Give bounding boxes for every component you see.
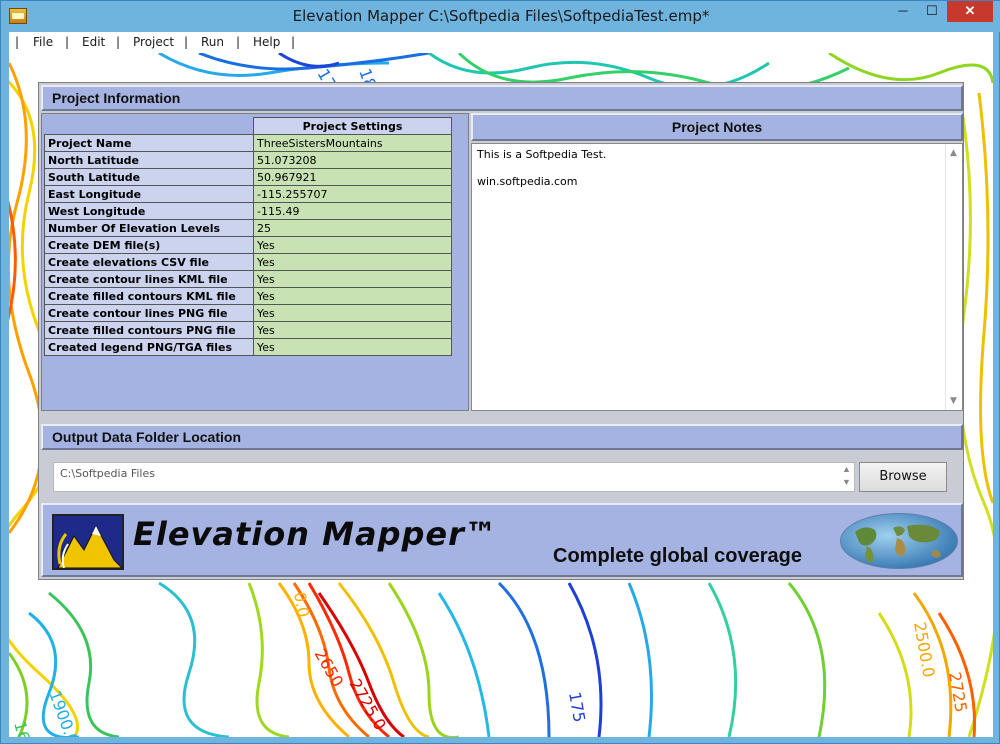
settings-row[interactable]: Create filled contours KML file Yes [44, 287, 452, 305]
browse-button[interactable]: Browse [859, 462, 947, 492]
notes-line: This is a Softpedia Test. [477, 148, 607, 161]
menu-separator: | [15, 35, 20, 49]
setting-name: Create DEM file(s) [44, 236, 254, 254]
contour-label: 2725 [945, 670, 971, 713]
menu-project[interactable]: Project [133, 35, 174, 49]
setting-value-cell[interactable]: Yes [253, 304, 452, 322]
window-title: Elevation Mapper C:\Softpedia Files\Soft… [292, 7, 710, 25]
path-spinner[interactable]: ▲ ▼ [839, 463, 854, 491]
setting-value-cell[interactable]: Yes [253, 287, 452, 305]
settings-row[interactable]: Project Name ThreeSistersMountains [44, 134, 452, 152]
project-settings-pane: Project Settings Project Name ThreeSister… [41, 113, 469, 411]
settings-row[interactable]: Number Of Elevation Levels 25 [44, 219, 452, 237]
menu-file[interactable]: File [33, 35, 53, 49]
contour-label: 16 [10, 719, 34, 737]
close-button[interactable]: ✕ [947, 1, 993, 22]
setting-value-cell[interactable]: 51.073208 [253, 151, 452, 169]
menu-help[interactable]: Help [253, 35, 280, 49]
setting-value-cell[interactable]: -115.49 [253, 202, 452, 220]
project-notes-textarea[interactable]: This is a Softpedia Test. win.softpedia.… [471, 143, 963, 411]
contour-label: 1900.0 [45, 688, 82, 737]
settings-row[interactable]: West Longitude -115.49 [44, 202, 452, 220]
scroll-down-icon[interactable]: ▼ [950, 396, 957, 406]
setting-value-cell[interactable]: 25 [253, 219, 452, 237]
brand-wordmark: Elevation Mapper™ [133, 515, 498, 553]
contour-label: 0.0 [290, 590, 313, 618]
setting-value-cell[interactable]: ThreeSistersMountains [253, 134, 452, 152]
spin-up-icon[interactable]: ▲ [839, 463, 854, 476]
setting-name: East Longitude [44, 185, 254, 203]
output-folder-heading: Output Data Folder Location [41, 424, 963, 450]
settings-row[interactable]: Create contour lines KML file Yes [44, 270, 452, 288]
setting-value-cell[interactable]: Yes [253, 253, 452, 271]
notes-scrollbar[interactable]: ▲ ▼ [945, 144, 962, 410]
setting-name: Project Name [44, 134, 254, 152]
contour-label: 175 [565, 690, 589, 723]
menu-separator: | [291, 35, 296, 49]
setting-name: Create contour lines KML file [44, 270, 254, 288]
banner-tagline: Complete global coverage [553, 545, 802, 567]
settings-row[interactable]: Create elevations CSV file Yes [44, 253, 452, 271]
setting-name: South Latitude [44, 168, 254, 186]
setting-value-cell[interactable]: Yes [253, 270, 452, 288]
setting-value-cell[interactable]: Yes [253, 321, 452, 339]
title-bar[interactable]: Elevation Mapper C:\Softpedia Files\Soft… [1, 1, 1000, 32]
product-banner: Elevation Mapper™ Complete global covera… [41, 503, 963, 577]
world-globe-icon [840, 513, 958, 569]
setting-value-cell[interactable]: Yes [253, 236, 452, 254]
spin-down-icon[interactable]: ▼ [839, 476, 854, 489]
minimize-button[interactable]: ─ [889, 1, 917, 22]
menu-separator: | [184, 35, 189, 49]
setting-name: Created legend PNG/TGA files [44, 338, 254, 356]
project-settings-grid: Project Settings Project Name ThreeSister… [44, 117, 452, 356]
app-window: Elevation Mapper C:\Softpedia Files\Soft… [0, 0, 1000, 744]
setting-value-cell[interactable]: Yes [253, 338, 452, 356]
setting-name: Create filled contours PNG file [44, 321, 254, 339]
setting-value-cell[interactable]: 50.967921 [253, 168, 452, 186]
settings-row[interactable]: Create contour lines PNG file Yes [44, 304, 452, 322]
output-folder-input[interactable]: C:\Softpedia Files [53, 462, 855, 492]
setting-value-cell[interactable]: -115.255707 [253, 185, 452, 203]
settings-row[interactable]: East Longitude -115.255707 [44, 185, 452, 203]
settings-row[interactable]: North Latitude 51.073208 [44, 151, 452, 169]
contour-label: 2725.0 [346, 676, 390, 734]
grid-corner [44, 117, 254, 135]
menu-separator: | [236, 35, 241, 49]
mountain-logo-icon [52, 514, 124, 570]
menu-separator: | [116, 35, 121, 49]
setting-name: Create filled contours KML file [44, 287, 254, 305]
setting-name: Create contour lines PNG file [44, 304, 254, 322]
menu-bar: | File | Edit | Project | Run | Help | [9, 32, 993, 53]
setting-name: Number Of Elevation Levels [44, 219, 254, 237]
settings-row[interactable]: South Latitude 50.967921 [44, 168, 452, 186]
project-settings-header: Project Settings [253, 117, 452, 135]
settings-row[interactable]: Create filled contours PNG file Yes [44, 321, 452, 339]
settings-row[interactable]: Created legend PNG/TGA files Yes [44, 338, 452, 356]
main-panel: Project Information Project Settings Pro… [38, 82, 964, 580]
maximize-button[interactable]: ☐ [918, 1, 946, 22]
project-notes-heading: Project Notes [471, 113, 963, 141]
setting-name: West Longitude [44, 202, 254, 220]
project-settings-rows: Project Name ThreeSistersMountains North L… [44, 134, 452, 356]
scroll-up-icon[interactable]: ▲ [950, 148, 957, 158]
settings-row[interactable]: Create DEM file(s) Yes [44, 236, 452, 254]
setting-name: North Latitude [44, 151, 254, 169]
notes-line: win.softpedia.com [477, 175, 578, 188]
output-folder-row: C:\Softpedia Files ▲ ▼ Browse [53, 462, 949, 495]
menu-run[interactable]: Run [201, 35, 224, 49]
menu-separator: | [65, 35, 70, 49]
project-information-heading: Project Information [41, 85, 963, 111]
setting-name: Create elevations CSV file [44, 253, 254, 271]
menu-edit[interactable]: Edit [82, 35, 105, 49]
